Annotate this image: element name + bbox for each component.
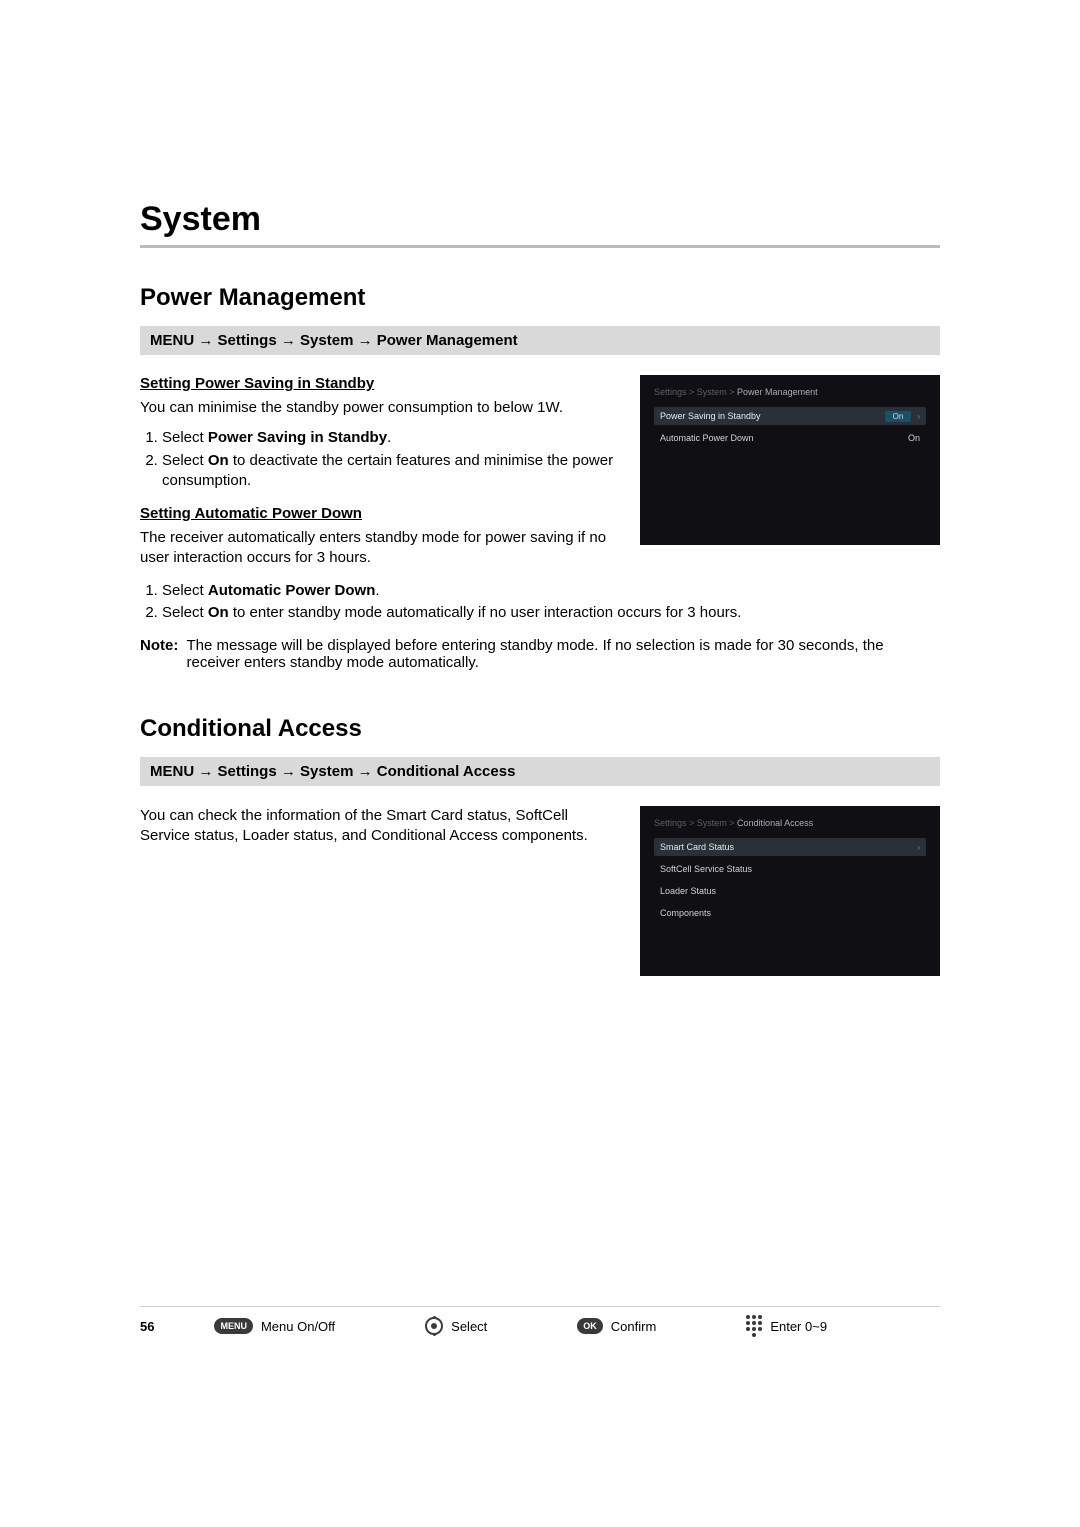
screenshot-row: Loader Status bbox=[654, 882, 926, 900]
menu-button-icon: MENU bbox=[214, 1318, 253, 1334]
step-text: Select bbox=[162, 582, 208, 599]
menu-path-segment: Settings bbox=[218, 763, 277, 780]
arrow-icon: → bbox=[198, 332, 213, 349]
step-text: Select bbox=[162, 429, 208, 446]
legend-item-select: Select bbox=[425, 1317, 487, 1335]
step-bold: Power Saving in Standby bbox=[208, 429, 387, 446]
row-value-pill: On bbox=[885, 411, 912, 422]
row-label: SoftCell Service Status bbox=[660, 864, 752, 874]
screenshot-row-selected: Smart Card Status › bbox=[654, 838, 926, 856]
nav-dot-icon bbox=[425, 1317, 443, 1335]
chapter-rule bbox=[140, 245, 940, 248]
body-text: The receiver automatically enters standb… bbox=[140, 528, 616, 569]
body-text: You can check the information of the Sma… bbox=[140, 806, 616, 847]
step-bold: Automatic Power Down bbox=[208, 582, 376, 599]
subheading-power-saving: Setting Power Saving in Standby bbox=[140, 375, 616, 392]
step-text: Select bbox=[162, 604, 208, 621]
page: System Power Management MENU → Settings … bbox=[0, 0, 1080, 1527]
menu-path-segment: System bbox=[300, 332, 353, 349]
subheading-auto-power-down: Setting Automatic Power Down bbox=[140, 505, 616, 522]
legend-item-ok: OK Confirm bbox=[577, 1318, 656, 1334]
screenshot-row: Automatic Power Down On bbox=[654, 429, 926, 447]
row-label: Loader Status bbox=[660, 886, 716, 896]
ok-button-icon: OK bbox=[577, 1318, 603, 1334]
menu-path-segment: MENU bbox=[150, 763, 194, 780]
arrow-icon: → bbox=[281, 763, 296, 780]
icon-pill-label: MENU bbox=[214, 1318, 253, 1334]
chevron-right-icon: › bbox=[917, 843, 920, 852]
power-management-content: Setting Power Saving in Standby You can … bbox=[140, 375, 940, 579]
step-text: . bbox=[375, 582, 379, 599]
step-bold: On bbox=[208, 604, 229, 621]
note-text: The message will be displayed before ent… bbox=[187, 637, 935, 671]
section-title-power-management: Power Management bbox=[140, 284, 940, 312]
menu-path-segment: MENU bbox=[150, 332, 194, 349]
step-item: Select On to deactivate the certain feat… bbox=[162, 451, 616, 492]
footer: 56 MENU Menu On/Off Select OK bbox=[140, 1306, 940, 1337]
chevron-right-icon: › bbox=[917, 412, 920, 421]
step-text: . bbox=[387, 429, 391, 446]
legend-label: Confirm bbox=[611, 1319, 657, 1334]
row-label: Components bbox=[660, 908, 711, 918]
icon-pill-label: OK bbox=[577, 1318, 603, 1334]
arrow-icon: → bbox=[281, 332, 296, 349]
breadcrumb-current: Conditional Access bbox=[737, 818, 813, 828]
menu-path-segment: System bbox=[300, 763, 353, 780]
step-item: Select On to enter standby mode automati… bbox=[162, 603, 940, 623]
breadcrumb-prefix: Settings > System > bbox=[654, 818, 737, 828]
legend-label: Enter 0~9 bbox=[770, 1319, 827, 1334]
footer-rule bbox=[140, 1306, 940, 1307]
step-text: Select bbox=[162, 452, 208, 469]
menu-path-segment: Settings bbox=[218, 332, 277, 349]
note-block: Note: The message will be displayed befo… bbox=[140, 637, 940, 671]
screenshot-row: SoftCell Service Status bbox=[654, 860, 926, 878]
menu-path-conditional-access: MENU → Settings → System → Conditional A… bbox=[140, 757, 940, 786]
legend-item-numpad: Enter 0~9 bbox=[746, 1315, 827, 1337]
body-text: You can minimise the standby power consu… bbox=[140, 398, 616, 418]
screenshot-row: Components bbox=[654, 904, 926, 922]
step-text: to enter standby mode automatically if n… bbox=[229, 604, 742, 621]
breadcrumb-current: Power Management bbox=[737, 387, 818, 397]
page-number: 56 bbox=[140, 1319, 154, 1334]
menu-path-segment: Power Management bbox=[377, 332, 518, 349]
menu-path-segment: Conditional Access bbox=[377, 763, 516, 780]
step-item: Select Automatic Power Down. bbox=[162, 581, 940, 601]
note-label: Note: bbox=[140, 637, 178, 654]
step-item: Select Power Saving in Standby. bbox=[162, 428, 616, 448]
screenshot-row-selected: Power Saving in Standby On › bbox=[654, 407, 926, 425]
legend-label: Select bbox=[451, 1319, 487, 1334]
row-label: Smart Card Status bbox=[660, 842, 734, 852]
power-management-text: Setting Power Saving in Standby You can … bbox=[140, 375, 616, 579]
step-text: to deactivate the certain features and m… bbox=[162, 452, 613, 489]
menu-path-power-management: MENU → Settings → System → Power Managem… bbox=[140, 326, 940, 355]
legend-row: 56 MENU Menu On/Off Select OK bbox=[140, 1315, 940, 1337]
chapter-title: System bbox=[140, 200, 940, 239]
arrow-icon: → bbox=[358, 332, 373, 349]
screenshot-conditional-access: Settings > System > Conditional Access S… bbox=[640, 806, 940, 976]
legend-item-menu: MENU Menu On/Off bbox=[214, 1318, 335, 1334]
row-label: Power Saving in Standby bbox=[660, 411, 761, 421]
step-bold: On bbox=[208, 452, 229, 469]
screenshot-breadcrumb: Settings > System > Power Management bbox=[654, 387, 926, 397]
row-label: Automatic Power Down bbox=[660, 433, 754, 443]
legend-label: Menu On/Off bbox=[261, 1319, 335, 1334]
numpad-icon bbox=[746, 1315, 762, 1337]
screenshot-breadcrumb: Settings > System > Conditional Access bbox=[654, 818, 926, 828]
screenshot-power-management: Settings > System > Power Management Pow… bbox=[640, 375, 940, 545]
arrow-icon: → bbox=[198, 763, 213, 780]
steps-list: Select Power Saving in Standby. Select O… bbox=[140, 428, 616, 491]
conditional-access-text: You can check the information of the Sma… bbox=[140, 806, 616, 857]
conditional-access-content: You can check the information of the Sma… bbox=[140, 806, 940, 976]
section-title-conditional-access: Conditional Access bbox=[140, 715, 940, 743]
row-value: On bbox=[908, 433, 920, 443]
breadcrumb-prefix: Settings > System > bbox=[654, 387, 737, 397]
arrow-icon: → bbox=[358, 763, 373, 780]
steps-list: Select Automatic Power Down. Select On t… bbox=[140, 581, 940, 624]
